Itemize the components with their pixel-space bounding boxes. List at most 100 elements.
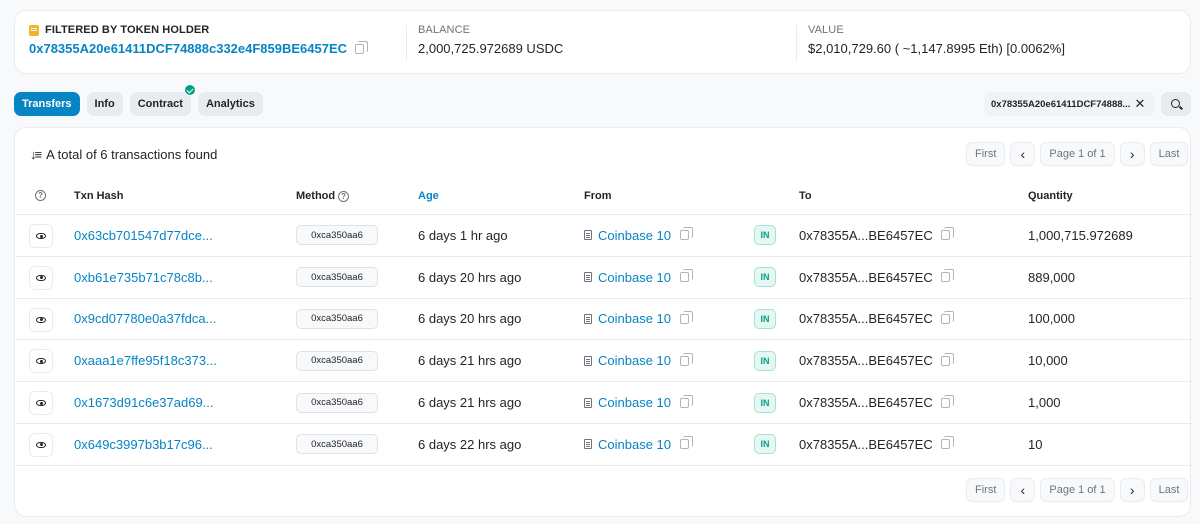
copy-icon[interactable] [940, 436, 954, 450]
col-txn-hash: Txn Hash [74, 190, 124, 202]
table-row: 0xaaa1e7ffe95f18c373... 0xca350aa6 6 day… [15, 340, 1192, 383]
method-badge: 0xca350aa6 [296, 392, 378, 413]
prev-page-button[interactable]: ‹ [1010, 478, 1036, 502]
help-header[interactable]: ? [35, 190, 46, 201]
chevron-right-icon: › [1129, 482, 1135, 498]
first-page-button[interactable]: First [966, 478, 1006, 502]
search-icon [1170, 98, 1180, 108]
table-header: ? Txn Hash Method ? Age From To Quantity [15, 178, 1192, 215]
holder-label: FILTERED BY TOKEN HOLDER [45, 24, 210, 36]
col-method: Method ? [296, 190, 350, 202]
txn-hash-link[interactable]: 0x649c3997b3b17c96... [74, 424, 213, 465]
next-page-button[interactable]: › [1119, 142, 1145, 166]
from-cell: Coinbase 10 [584, 257, 693, 298]
copy-icon[interactable] [940, 310, 954, 324]
in-badge: IN [754, 392, 776, 413]
close-icon[interactable]: ✕ [1133, 96, 1147, 112]
eye-icon [36, 441, 46, 448]
holder-label-row: FILTERED BY TOKEN HOLDER [29, 24, 364, 36]
search-button[interactable] [1161, 92, 1191, 116]
quantity-cell: 10,000 [1028, 353, 1068, 369]
next-page-button[interactable]: › [1119, 478, 1145, 502]
table-row: 0x1673d91c6e37ad69... 0xca350aa6 6 days … [15, 382, 1192, 424]
in-badge: IN [754, 267, 776, 288]
view-button[interactable] [29, 432, 53, 457]
value-amount: $2,010,729.60 ( ~1,147.8995 Eth) [0.0062… [808, 41, 1065, 56]
tab-analytics[interactable]: Analytics [197, 92, 263, 116]
sort-icon: ↓≡ [30, 147, 42, 162]
copy-icon[interactable] [680, 394, 693, 408]
to-address: 0x78355A...BE6457EC [799, 436, 933, 452]
document-icon [584, 397, 592, 408]
address-filter-chip[interactable]: 0x78355A20e61411DCF74888... ✕ [984, 92, 1155, 116]
from-link[interactable]: Coinbase 10 [598, 437, 671, 452]
copy-icon[interactable] [680, 269, 693, 283]
col-from: From [584, 190, 612, 202]
col-age[interactable]: Age [418, 190, 439, 202]
copy-icon[interactable] [940, 352, 954, 366]
view-button[interactable] [29, 391, 53, 416]
in-badge: IN [754, 308, 776, 329]
eye-icon [36, 316, 46, 323]
eye-icon [36, 358, 46, 365]
from-link[interactable]: Coinbase 10 [598, 395, 671, 410]
txn-hash-link[interactable]: 0xaaa1e7ffe95f18c373... [74, 340, 217, 381]
to-cell: 0x78355A...BE6457EC [799, 215, 954, 256]
view-button[interactable] [29, 224, 53, 248]
holder-address-link[interactable]: 0x78355A20e61411DCF74888c332e4F859BE6457… [29, 41, 347, 56]
token-icon [29, 24, 39, 36]
from-link[interactable]: Coinbase 10 [598, 311, 671, 326]
age-cell: 6 days 22 hrs ago [418, 436, 522, 452]
tab-contract[interactable]: Contract [129, 84, 196, 116]
method-cell: 0xca350aa6 [296, 424, 378, 465]
to-cell: 0x78355A...BE6457EC [799, 382, 954, 423]
copy-icon[interactable] [680, 310, 693, 324]
view-button[interactable] [29, 307, 53, 332]
txn-hash-link[interactable]: 0x1673d91c6e37ad69... [74, 382, 214, 423]
from-cell: Coinbase 10 [584, 215, 693, 256]
txn-hash-link[interactable]: 0x63cb701547d77dce... [74, 215, 213, 256]
tab-transfers[interactable]: Transfers [14, 92, 80, 116]
tab-info[interactable]: Info [86, 92, 123, 116]
pagination-bottom: First ‹ Page 1 of 1 › Last [966, 478, 1189, 502]
help-icon[interactable]: ? [338, 190, 350, 202]
chevron-right-icon: › [1129, 146, 1135, 162]
from-link[interactable]: Coinbase 10 [598, 228, 671, 243]
col-quantity: Quantity [1028, 190, 1073, 202]
quantity-cell: 100,000 [1028, 311, 1075, 327]
from-cell: Coinbase 10 [584, 382, 693, 423]
copy-icon[interactable] [940, 227, 954, 241]
copy-icon[interactable] [680, 227, 693, 241]
method-badge: 0xca350aa6 [296, 434, 378, 455]
view-button[interactable] [29, 265, 53, 290]
transactions-table: ? Txn Hash Method ? Age From To Quantity… [15, 178, 1192, 466]
eye-icon [36, 233, 46, 239]
direction-cell: IN [754, 257, 776, 298]
first-page-button[interactable]: First [966, 142, 1006, 166]
method-badge: 0xca350aa6 [296, 350, 378, 371]
last-page-button[interactable]: Last [1149, 142, 1189, 166]
copy-icon[interactable] [680, 352, 693, 366]
summary-text: A total of 6 transactions found [46, 147, 218, 162]
divider [406, 25, 407, 61]
document-icon [584, 313, 592, 324]
direction-cell: IN [754, 299, 776, 340]
holder-section: FILTERED BY TOKEN HOLDER 0x78355A20e6141… [29, 24, 369, 56]
txn-hash-link[interactable]: 0xb61e735b71c78c8b... [74, 257, 213, 298]
prev-page-button[interactable]: ‹ [1010, 142, 1036, 166]
from-link[interactable]: Coinbase 10 [598, 270, 671, 285]
copy-icon[interactable] [940, 269, 954, 283]
token-holder-card: FILTERED BY TOKEN HOLDER 0x78355A20e6141… [14, 10, 1191, 74]
copy-icon[interactable] [355, 40, 369, 54]
last-page-button[interactable]: Last [1149, 478, 1189, 502]
to-cell: 0x78355A...BE6457EC [799, 299, 954, 340]
age-cell: 6 days 21 hrs ago [418, 395, 522, 411]
method-cell: 0xca350aa6 [296, 340, 378, 381]
view-button[interactable] [29, 349, 53, 374]
from-link[interactable]: Coinbase 10 [598, 353, 671, 368]
copy-icon[interactable] [940, 394, 954, 408]
txn-hash-link[interactable]: 0x9cd07780e0a37fdca... [74, 299, 216, 340]
method-cell: 0xca350aa6 [296, 299, 378, 340]
copy-icon[interactable] [680, 436, 693, 450]
to-address: 0x78355A...BE6457EC [799, 353, 933, 369]
